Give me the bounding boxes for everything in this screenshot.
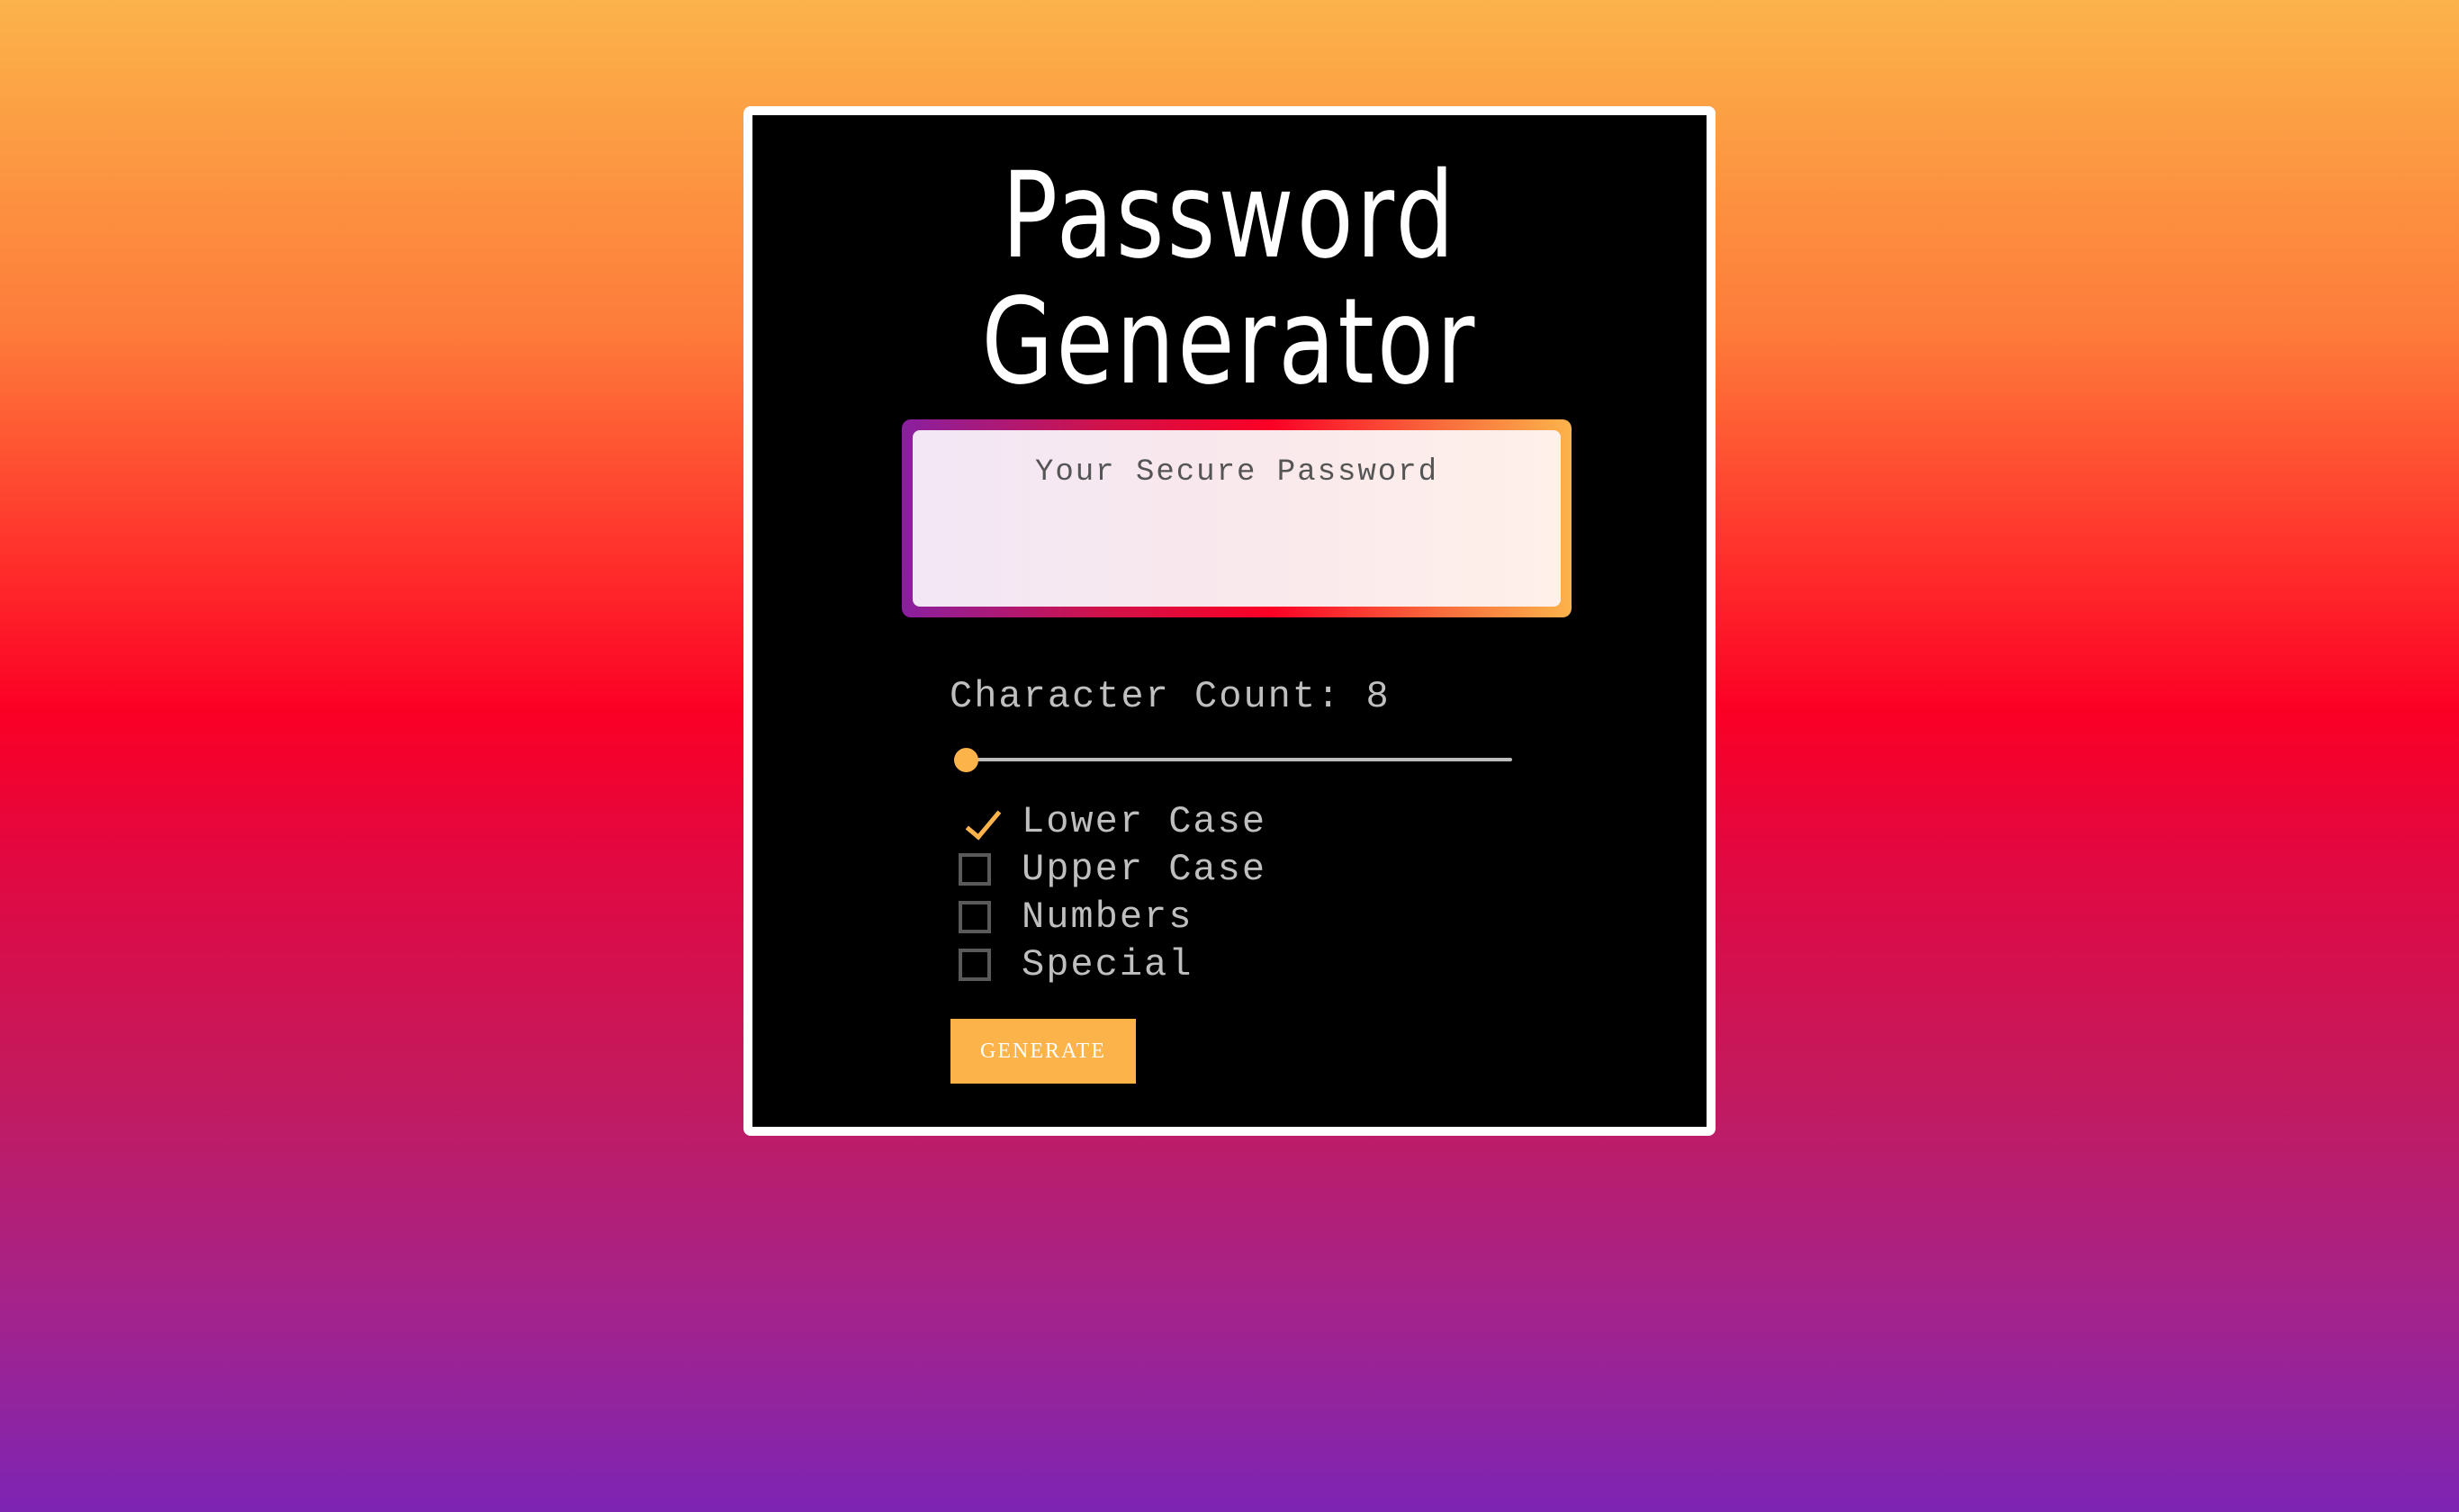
special-checkbox[interactable] [959, 948, 991, 981]
upper-case-checkbox[interactable] [959, 852, 991, 886]
lower-case-checkbox[interactable] [959, 806, 991, 838]
special-label[interactable]: Special [1022, 943, 1193, 986]
password-output[interactable]: Your Secure Password [913, 430, 1561, 607]
option-special[interactable]: Special [959, 940, 1266, 988]
character-count-slider[interactable] [954, 745, 1512, 772]
numbers-checkbox[interactable] [959, 900, 991, 933]
character-options: Lower Case Upper Case Numbers Special [959, 797, 1266, 988]
option-lower-case[interactable]: Lower Case [959, 797, 1266, 845]
character-count-text: Character Count: [950, 675, 1342, 718]
lower-case-label[interactable]: Lower Case [1022, 800, 1266, 843]
character-count-label: Character Count: 8 [950, 675, 1391, 718]
generate-button[interactable]: GENERATE [950, 1019, 1136, 1084]
slider-track[interactable] [954, 758, 1512, 761]
option-numbers[interactable]: Numbers [959, 893, 1266, 940]
password-output-frame: Your Secure Password [902, 419, 1572, 617]
generator-card: Password Generator Your Secure Password … [743, 106, 1716, 1136]
title-line-2: Generator [981, 273, 1478, 411]
option-upper-case[interactable]: Upper Case [959, 845, 1266, 893]
page-title: Password Generator [858, 153, 1602, 405]
upper-case-label[interactable]: Upper Case [1022, 848, 1266, 891]
password-placeholder: Your Secure Password [1034, 455, 1439, 490]
numbers-label[interactable]: Numbers [1022, 896, 1193, 939]
title-line-1: Password [1002, 147, 1457, 285]
character-count-value: 8 [1365, 675, 1391, 718]
slider-thumb[interactable] [954, 748, 978, 772]
